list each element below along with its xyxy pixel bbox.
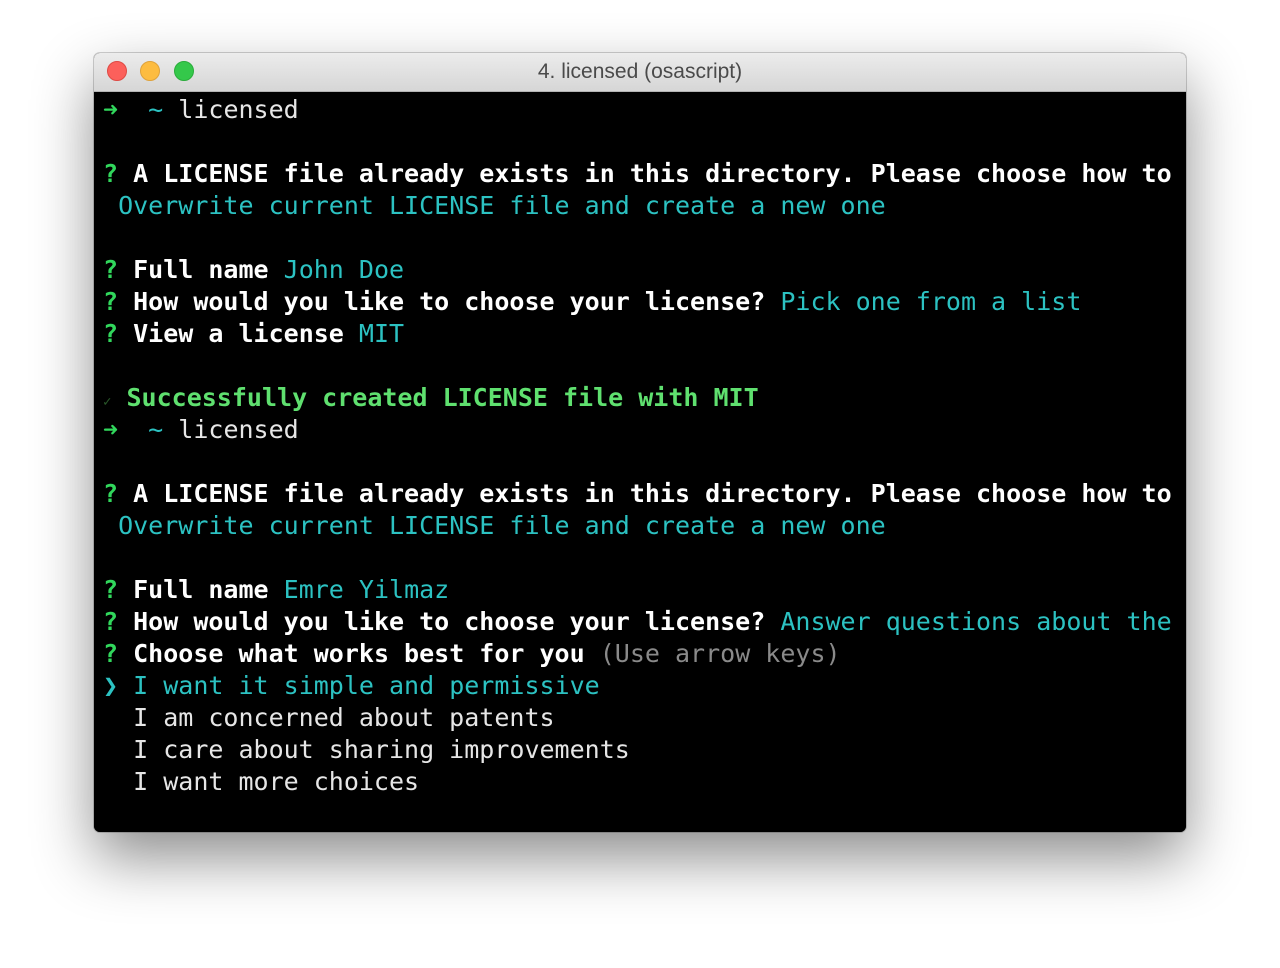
pointer-icon: ❯ (103, 671, 119, 700)
answer-text: John Doe (283, 255, 405, 284)
terminal-window: 4. licensed (osascript) ➜ ~ licensed ? A… (94, 53, 1186, 832)
success-text: Successfully created LICENSE file with M… (126, 383, 759, 412)
success-line: ✓ Successfully created LICENSE file with… (103, 382, 759, 414)
question-mark-icon: ? (103, 255, 119, 284)
title-bar[interactable]: 4. licensed (osascript) (94, 53, 1186, 92)
question-mark-icon: ? (103, 575, 119, 604)
question-text: A LICENSE file already exists in this di… (133, 159, 1172, 188)
question-line: ? A LICENSE file already exists in this … (103, 158, 1186, 190)
answer-text: Pick one from a list (780, 287, 1082, 316)
prompt-arrow-icon: ➜ (103, 415, 119, 444)
list-option-selected[interactable]: ❯ I want it simple and permissive (103, 670, 600, 702)
prompt-cwd: ~ (148, 415, 164, 444)
answer-line: Overwrite current LICENSE file and creat… (103, 510, 886, 542)
prompt-line: ➜ ~ licensed (103, 414, 299, 446)
answer-line: Overwrite current LICENSE file and creat… (103, 190, 886, 222)
answer-text: Answer questions about the license (780, 607, 1172, 636)
question-text: Choose what works best for you (133, 639, 585, 668)
question-line: ? Full name John Doe (103, 254, 404, 286)
question-text: Full name (133, 255, 269, 284)
question-line: ? How would you like to choose your lice… (103, 286, 1081, 318)
question-line: ? A LICENSE file already exists in this … (103, 478, 1186, 510)
question-mark-icon: ? (103, 287, 119, 316)
question-line: ? Full name Emre Yilmaz (103, 574, 449, 606)
question-mark-icon: ? (103, 159, 119, 188)
option-label: I am concerned about patents (133, 703, 555, 732)
command-text: licensed (178, 415, 299, 444)
option-label: I want more choices (133, 767, 420, 796)
option-label: I care about sharing improvements (133, 735, 630, 764)
question-text: How would you like to choose your licens… (133, 607, 766, 636)
question-line: ? Choose what works best for you (Use ar… (103, 638, 841, 670)
list-option[interactable]: I want more choices (103, 766, 419, 798)
answer-text: Emre Yilmaz (283, 575, 450, 604)
question-mark-icon: ? (103, 639, 119, 668)
question-text: A LICENSE file already exists in this di… (133, 479, 1172, 508)
window-title: 4. licensed (osascript) (537, 60, 743, 83)
prompt-line: ➜ ~ licensed (103, 94, 299, 126)
question-line: ? How would you like to choose your lice… (103, 606, 1186, 638)
question-mark-icon: ? (103, 607, 119, 636)
command-text: licensed (178, 95, 299, 124)
question-line: ? View a license MIT (103, 318, 404, 350)
question-text: View a license (133, 319, 344, 348)
question-mark-icon: ? (103, 479, 119, 508)
list-option[interactable]: I am concerned about patents (103, 702, 555, 734)
answer-text: MIT (358, 319, 405, 348)
prompt-arrow-icon: ➜ (103, 95, 119, 124)
prompt-cwd: ~ (148, 95, 164, 124)
terminal-output[interactable]: ➜ ~ licensed ? A LICENSE file already ex… (94, 92, 1186, 832)
option-label: I want it simple and permissive (133, 671, 600, 700)
question-text: Full name (133, 575, 269, 604)
answer-text: Overwrite current LICENSE file and creat… (118, 191, 886, 220)
answer-text: Overwrite current LICENSE file and creat… (118, 511, 886, 540)
question-text: How would you like to choose your licens… (133, 287, 766, 316)
list-option[interactable]: I care about sharing improvements (103, 734, 630, 766)
hint-text: (Use arrow keys) (599, 639, 841, 668)
question-mark-icon: ? (103, 319, 119, 348)
